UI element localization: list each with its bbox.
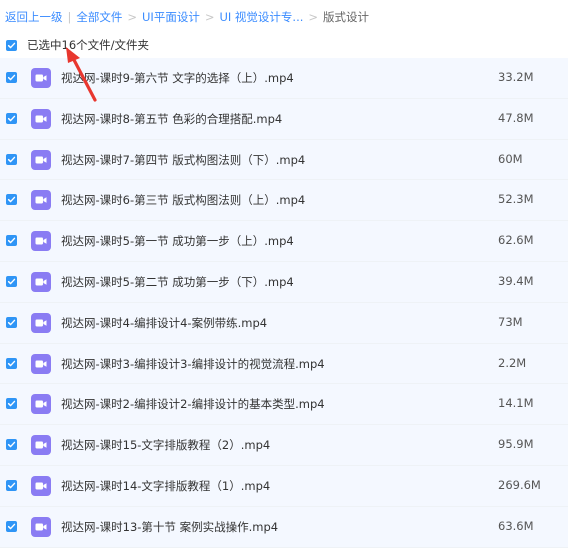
check-icon (7, 319, 16, 326)
video-file-icon (31, 475, 51, 496)
select-all-checkbox[interactable] (6, 39, 17, 51)
file-row[interactable]: 视达网-课时7-第四节 版式构图法则（下）.mp4 60M (0, 139, 568, 181)
file-checkbox[interactable] (6, 153, 17, 165)
file-size: 60M (498, 151, 523, 166)
check-icon (7, 360, 16, 366)
file-size: 63.6M (498, 518, 534, 533)
file-row[interactable]: 视达网-课时5-第一节 成功第一步（上）.mp4 62.6M (0, 221, 568, 262)
file-list: 视达网-课时9-第六节 文字的选择（上）.mp4 33.2M 视达网-课时8-第五节… (0, 58, 568, 548)
file-name[interactable]: 视达网-课时5-第二节 成功第一步（下）.mp4 (61, 274, 294, 290)
file-name[interactable]: 视达网-课时5-第一节 成功第一步（上）.mp4 (61, 233, 294, 249)
check-icon (7, 401, 16, 407)
check-icon (7, 115, 16, 122)
video-file-icon (31, 312, 51, 333)
file-row[interactable]: 视达网-课时15-文字排版教程（2）.mp4 95.9M (0, 425, 568, 466)
file-row[interactable]: 视达网-课时14-文字排版教程（1）.mp4 269.6M (0, 465, 568, 507)
file-name[interactable]: 视达网-课时8-第五节 色彩的合理搭配.mp4 (61, 111, 282, 127)
file-checkbox[interactable] (6, 439, 17, 451)
file-name[interactable]: 视达网-课时3-编排设计3-编排设计的视觉流程.mp4 (61, 356, 325, 372)
check-icon (7, 42, 16, 48)
breadcrumb-ui-design[interactable]: UI平面设计 (142, 9, 200, 25)
file-name[interactable]: 视达网-课时2-编排设计2-编排设计的基本类型.mp4 (61, 396, 325, 412)
check-icon (7, 237, 16, 244)
file-checkbox[interactable] (6, 398, 17, 410)
video-file-icon (31, 435, 51, 456)
file-row[interactable]: 视达网-课时6-第三节 版式构图法则（上）.mp4 52.3M (0, 180, 568, 222)
back-link[interactable]: 返回上一级 (5, 9, 63, 25)
file-row[interactable]: 视达网-课时13-第十节 案例实战操作.mp4 63.6M (0, 506, 568, 548)
video-file-icon (31, 108, 51, 129)
file-checkbox[interactable] (6, 194, 17, 206)
breadcrumb-separator: > (308, 10, 319, 24)
file-name[interactable]: 视达网-课时13-第十节 案例实战操作.mp4 (61, 519, 278, 535)
file-size: 33.2M (498, 70, 534, 84)
breadcrumb: 返回上一级 | 全部文件 > UI平面设计 > UI 视觉设计专... > 版式… (5, 8, 369, 26)
file-row[interactable]: 视达网-课时8-第五节 色彩的合理搭配.mp4 47.8M (0, 98, 568, 140)
breadcrumb-separator: > (204, 10, 215, 24)
check-icon (7, 74, 16, 81)
file-checkbox[interactable] (6, 235, 17, 247)
check-icon (7, 278, 16, 285)
file-size: 39.4M (498, 273, 534, 288)
check-icon (7, 441, 16, 448)
breadcrumb-visual-design[interactable]: UI 视觉设计专... (219, 9, 303, 25)
check-icon (7, 523, 16, 530)
file-size: 269.6M (498, 477, 541, 492)
file-checkbox[interactable] (6, 316, 17, 328)
video-file-icon (31, 516, 51, 537)
file-name[interactable]: 视达网-课时6-第三节 版式构图法则（上）.mp4 (61, 192, 305, 208)
check-icon (7, 156, 16, 162)
breadcrumb-all-files[interactable]: 全部文件 (76, 9, 122, 25)
file-row[interactable]: 视达网-课时4-编排设计4-案例带练.mp4 73M (0, 302, 568, 344)
video-file-icon (31, 68, 51, 88)
file-checkbox[interactable] (6, 357, 17, 369)
file-size: 73M (498, 314, 523, 329)
selection-bar: 已选中16个文件/文件夹 (0, 34, 568, 56)
file-checkbox[interactable] (6, 520, 17, 532)
breadcrumb-current: 版式设计 (323, 10, 370, 24)
file-size: 14.1M (498, 396, 534, 411)
file-checkbox[interactable] (6, 72, 17, 83)
file-row[interactable]: 视达网-课时2-编排设计2-编排设计的基本类型.mp4 14.1M (0, 384, 568, 426)
video-file-icon (31, 231, 51, 252)
file-name[interactable]: 视达网-课时14-文字排版教程（1）.mp4 (61, 478, 270, 494)
file-checkbox[interactable] (6, 275, 17, 287)
file-name[interactable]: 视达网-课时15-文字排版教程（2）.mp4 (61, 437, 270, 453)
check-icon (7, 482, 16, 489)
file-size: 47.8M (498, 110, 534, 125)
file-checkbox[interactable] (6, 112, 17, 124)
video-file-icon (31, 149, 51, 170)
video-file-icon (31, 394, 51, 415)
file-size: 95.9M (498, 437, 534, 452)
file-name[interactable]: 视达网-课时7-第四节 版式构图法则（下）.mp4 (61, 152, 305, 168)
video-file-icon (31, 353, 51, 374)
check-icon (7, 197, 16, 203)
file-size: 62.6M (498, 233, 534, 248)
file-row[interactable]: 视达网-课时5-第二节 成功第一步（下）.mp4 39.4M (0, 261, 568, 303)
file-size: 52.3M (498, 192, 534, 207)
breadcrumb-separator: | (67, 10, 72, 24)
video-file-icon (31, 271, 51, 292)
file-name[interactable]: 视达网-课时4-编排设计4-案例带练.mp4 (61, 315, 267, 331)
selection-count: 已选中16个文件/文件夹 (27, 38, 150, 52)
video-file-icon (31, 190, 51, 211)
file-size: 2.2M (498, 355, 527, 370)
file-checkbox[interactable] (6, 479, 17, 491)
file-row[interactable]: 视达网-课时9-第六节 文字的选择（上）.mp4 33.2M (0, 58, 568, 99)
file-name[interactable]: 视达网-课时9-第六节 文字的选择（上）.mp4 (61, 70, 294, 86)
breadcrumb-separator: > (127, 10, 138, 24)
file-row[interactable]: 视达网-课时3-编排设计3-编排设计的视觉流程.mp4 2.2M (0, 343, 568, 385)
